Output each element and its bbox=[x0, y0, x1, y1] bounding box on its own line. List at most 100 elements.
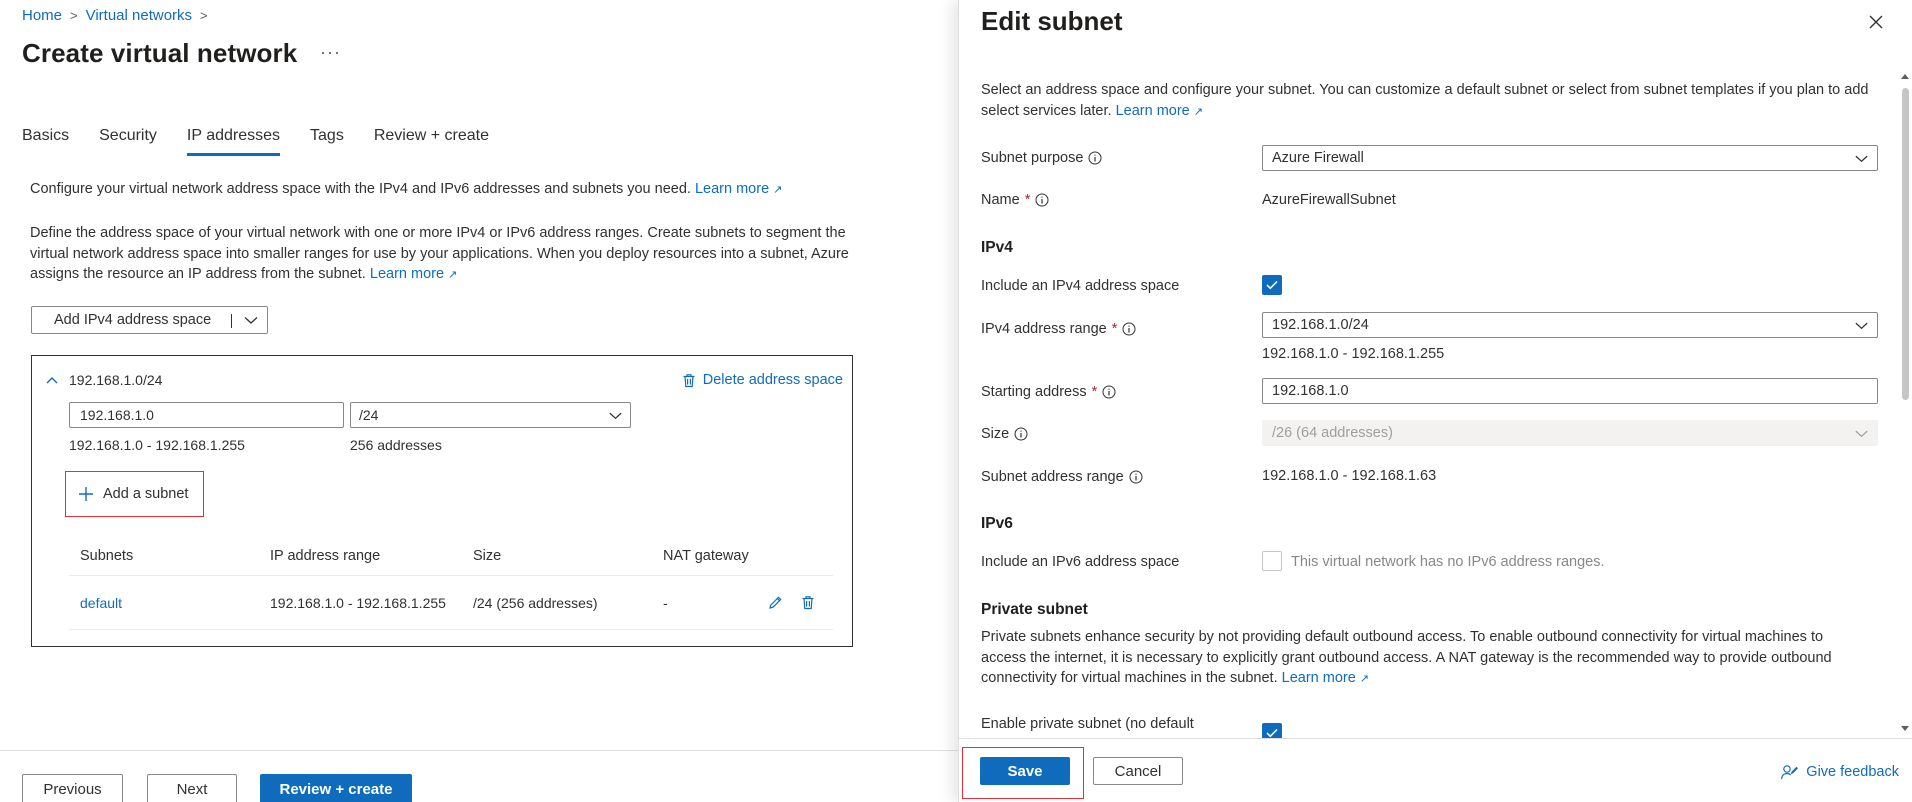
checkmark-icon bbox=[1266, 280, 1278, 290]
chevron-down-icon bbox=[1855, 430, 1868, 438]
give-feedback-link[interactable]: Give feedback bbox=[1780, 763, 1899, 781]
enable-private-subnet-label-text: Enable private subnet (no default bbox=[981, 716, 1194, 732]
plus-icon bbox=[79, 487, 93, 501]
tab-security[interactable]: Security bbox=[99, 127, 157, 156]
learn-more-link-2[interactable]: Learn more ↗ bbox=[370, 266, 457, 282]
private-learn-more-link[interactable]: Learn more ↗ bbox=[1282, 670, 1369, 686]
breadcrumb: Home > Virtual networks > bbox=[22, 7, 208, 24]
breadcrumb-home[interactable]: Home bbox=[22, 7, 62, 24]
chevron-down-icon bbox=[1855, 322, 1868, 330]
subnet-purpose-label-text: Subnet purpose bbox=[981, 150, 1084, 166]
save-button[interactable]: Save bbox=[980, 757, 1070, 785]
ip-description: Configure your virtual network address s… bbox=[30, 181, 782, 197]
panel-title: Edit subnet bbox=[981, 6, 1123, 36]
scrollbar-thumb[interactable] bbox=[1902, 88, 1909, 400]
add-ipv4-address-space-button[interactable]: Add IPv4 address space bbox=[31, 306, 268, 334]
col-header-ip-range: IP address range bbox=[270, 547, 381, 564]
learn-more-label: Learn more bbox=[694, 181, 770, 197]
next-button[interactable]: Next bbox=[147, 774, 237, 802]
include-ipv4-checkbox[interactable] bbox=[1262, 275, 1282, 295]
address-space-card: 192.168.1.0/24 Delete address space /24 … bbox=[31, 355, 853, 647]
tab-ip-addresses[interactable]: IP addresses bbox=[186, 127, 281, 156]
breadcrumb-virtual-networks[interactable]: Virtual networks bbox=[86, 7, 192, 24]
required-asterisk: * bbox=[1091, 384, 1098, 400]
row-actions bbox=[768, 595, 815, 610]
ipv4-range-span: 192.168.1.0 - 192.168.1.255 bbox=[1262, 346, 1445, 362]
delete-address-space-button[interactable]: Delete address space bbox=[682, 372, 843, 388]
tab-basics[interactable]: Basics bbox=[22, 127, 69, 156]
info-icon[interactable] bbox=[1122, 322, 1136, 336]
private-subnet-description-text: Private subnets enhance security by not … bbox=[981, 629, 1832, 686]
address-space-ip-input[interactable] bbox=[69, 402, 344, 428]
include-ipv4-label: Include an IPv4 address space bbox=[981, 278, 1179, 294]
col-header-nat-gateway: NAT gateway bbox=[663, 547, 749, 564]
private-subnet-description: Private subnets enhance security by not … bbox=[981, 627, 1871, 690]
address-space-description: Define the address space of your virtual… bbox=[30, 223, 860, 286]
required-asterisk: * bbox=[1024, 192, 1031, 208]
subnet-range-value: 192.168.1.0 - 192.168.1.63 bbox=[1262, 468, 1437, 484]
external-link-icon: ↗ bbox=[1193, 105, 1203, 118]
previous-button[interactable]: Previous bbox=[22, 774, 123, 802]
address-space-title: 192.168.1.0/24 bbox=[69, 372, 163, 388]
size-label: Size bbox=[981, 426, 1028, 442]
more-options-icon[interactable]: ··· bbox=[320, 42, 341, 63]
edit-pencil-icon[interactable] bbox=[768, 595, 783, 610]
chevron-down-icon[interactable] bbox=[242, 311, 260, 329]
tab-tags[interactable]: Tags bbox=[310, 127, 344, 156]
ipv6-note: This virtual network has no IPv6 address… bbox=[1291, 554, 1605, 570]
close-icon[interactable] bbox=[1866, 12, 1886, 32]
info-icon[interactable] bbox=[1102, 385, 1116, 399]
table-row: default 192.168.1.0 - 192.168.1.255 /24 … bbox=[69, 576, 833, 630]
info-icon[interactable] bbox=[1129, 470, 1143, 484]
trash-icon[interactable] bbox=[801, 595, 815, 610]
size-select: /26 (64 addresses) bbox=[1262, 420, 1878, 446]
include-ipv6-checkbox bbox=[1262, 551, 1282, 571]
subnet-ip-range: 192.168.1.0 - 192.168.1.255 bbox=[270, 594, 446, 611]
ipv4-range-label-text: IPv4 address range bbox=[981, 321, 1107, 337]
panel-footer: Save Cancel Give feedback bbox=[959, 738, 1912, 802]
learn-more-label: Learn more bbox=[369, 266, 445, 282]
panel-learn-more-link[interactable]: Learn more ↗ bbox=[1116, 103, 1203, 119]
subnet-name-link[interactable]: default bbox=[80, 595, 122, 611]
scroll-down-arrow-icon[interactable] bbox=[1901, 726, 1909, 731]
include-ipv6-label-text: Include an IPv6 address space bbox=[981, 554, 1180, 570]
info-icon[interactable] bbox=[1035, 193, 1049, 207]
scroll-up-arrow-icon[interactable] bbox=[1901, 74, 1909, 79]
add-subnet-button[interactable]: Add a subnet bbox=[65, 471, 204, 517]
learn-more-link[interactable]: Learn more ↗ bbox=[695, 181, 782, 197]
ipv6-section-heading: IPv6 bbox=[981, 515, 1013, 532]
subnet-size: /24 (256 addresses) bbox=[473, 594, 598, 611]
create-vnet-page: Home > Virtual networks > Create virtual… bbox=[0, 0, 958, 802]
address-range-text: 192.168.1.0 - 192.168.1.255 bbox=[69, 437, 245, 453]
review-create-button[interactable]: Review + create bbox=[260, 774, 412, 802]
tab-bar: Basics Security IP addresses Tags Review… bbox=[22, 127, 489, 156]
tab-review-create[interactable]: Review + create bbox=[374, 127, 489, 156]
subnet-purpose-select[interactable]: Azure Firewall bbox=[1262, 145, 1878, 171]
chevron-right-icon: > bbox=[70, 8, 78, 23]
panel-scrollbar[interactable] bbox=[1899, 70, 1912, 735]
panel-description: Select an address space and configure yo… bbox=[981, 80, 1871, 122]
add-subnet-label: Add a subnet bbox=[103, 486, 189, 502]
subnet-purpose-label: Subnet purpose bbox=[981, 150, 1102, 166]
ipv4-range-select[interactable]: 192.168.1.0/24 bbox=[1262, 312, 1878, 338]
cancel-button[interactable]: Cancel bbox=[1093, 757, 1183, 785]
wizard-footer: Previous Next Review + create bbox=[0, 750, 958, 802]
external-link-icon: ↗ bbox=[1359, 673, 1369, 685]
col-header-subnets: Subnets bbox=[80, 547, 134, 564]
ip-description-text: Configure your virtual network address s… bbox=[30, 181, 691, 197]
info-icon[interactable] bbox=[1088, 151, 1102, 165]
info-icon[interactable] bbox=[1014, 427, 1028, 441]
subnet-purpose-value: Azure Firewall bbox=[1272, 150, 1364, 166]
include-ipv6-label: Include an IPv6 address space bbox=[981, 554, 1179, 570]
chevron-right-icon: > bbox=[200, 8, 208, 23]
subnet-nat-gateway: - bbox=[663, 594, 668, 611]
address-space-cidr-select[interactable]: /24 bbox=[350, 402, 631, 428]
page-title: Create virtual network bbox=[22, 38, 298, 68]
chevron-down-icon bbox=[1855, 155, 1868, 163]
split-divider bbox=[231, 314, 232, 328]
enable-private-subnet-label: Enable private subnet (no default bbox=[981, 716, 1194, 732]
chevron-up-icon[interactable] bbox=[45, 375, 59, 385]
name-label: Name * bbox=[981, 192, 1049, 208]
chevron-down-icon bbox=[609, 412, 622, 420]
starting-address-input[interactable] bbox=[1262, 378, 1878, 404]
